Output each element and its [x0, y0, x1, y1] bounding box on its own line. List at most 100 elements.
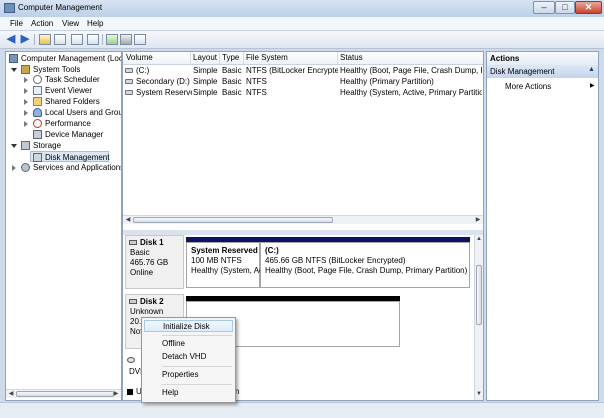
tree-item-shared-folders[interactable]: Shared Folders [8, 96, 121, 107]
tree-item-local-users-groups[interactable]: Local Users and Groups [8, 107, 121, 118]
tree-item-disk-management[interactable]: Disk Management [30, 151, 109, 162]
tools-icon [21, 65, 30, 74]
performance-icon [33, 119, 42, 128]
more-actions-label: More Actions [505, 82, 552, 91]
rescan-disks-icon[interactable] [120, 34, 132, 45]
column-divider[interactable] [219, 52, 220, 64]
menu-action[interactable]: Action [31, 19, 53, 28]
collapse-icon[interactable]: ▲ [588, 66, 595, 73]
column-header-layout[interactable]: Layout [193, 53, 217, 62]
partition-size: 100 MB NTFS [191, 256, 242, 265]
scrollbar-thumb[interactable] [16, 391, 114, 397]
more-actions-item[interactable]: More Actions ▶ [487, 80, 598, 92]
users-icon [33, 108, 42, 117]
tree-item-device-manager[interactable]: Device Manager [8, 129, 121, 140]
volume-status: Healthy (System, Active, Primary Partiti… [340, 88, 482, 97]
expand-arrow-icon[interactable] [24, 121, 28, 127]
show-hide-tree-icon[interactable] [54, 34, 66, 45]
partition-size: 465.66 GB NTFS (BitLocker Encrypted) [265, 256, 406, 265]
column-header-status[interactable]: Status [340, 53, 363, 62]
expand-arrow-icon[interactable] [24, 77, 28, 83]
menu-item-help[interactable]: Help [144, 387, 233, 399]
disk1-type: Basic [130, 248, 150, 257]
minimize-button[interactable]: ‒ [533, 1, 555, 14]
tree-item-services-applications[interactable]: Services and Applications [8, 162, 121, 173]
tree-item-computer-management[interactable]: Computer Management (Local [8, 53, 121, 64]
properties-icon[interactable] [87, 34, 99, 45]
volume-row[interactable]: (C:) Simple Basic NTFS (BitLocker Encryp… [123, 65, 483, 76]
clock-icon [33, 75, 42, 84]
expand-arrow-icon[interactable] [11, 68, 17, 72]
toolbar: ◀ ▶ [0, 31, 604, 49]
tree-item-event-viewer[interactable]: Event Viewer [8, 85, 121, 96]
services-icon [21, 163, 30, 172]
partition-c-drive[interactable]: (C:) 465.66 GB NTFS (BitLocker Encrypted… [260, 242, 470, 288]
menu-separator [162, 384, 232, 385]
legend-unallocated-swatch [127, 389, 133, 395]
disk2-name: Disk 2 [140, 297, 164, 306]
menu-item-detach-vhd[interactable]: Detach VHD [144, 351, 233, 363]
scrollbar-thumb[interactable] [133, 217, 333, 223]
volume-file-system: NTFS [246, 88, 267, 97]
refresh-icon[interactable] [106, 34, 118, 45]
back-arrow-icon[interactable]: ◀ [5, 34, 17, 45]
tree-item-task-scheduler[interactable]: Task Scheduler [8, 74, 121, 85]
tree-item-performance[interactable]: Performance [8, 118, 121, 129]
scroll-left-icon[interactable]: ◀ [124, 217, 132, 224]
help-icon[interactable] [134, 34, 146, 45]
scroll-left-icon[interactable]: ◀ [7, 391, 15, 398]
expand-arrow-icon[interactable] [24, 88, 28, 94]
disk1-info[interactable]: Disk 1 Basic 465.76 GB Online [125, 235, 184, 289]
actions-section-label: Disk Management [490, 67, 555, 76]
menu-file[interactable]: File [10, 19, 23, 28]
computer-management-icon [4, 3, 15, 13]
title-bar[interactable]: Computer Management ‒ □ ✕ [0, 0, 604, 18]
expand-arrow-icon[interactable] [12, 165, 16, 171]
column-divider[interactable] [337, 52, 338, 64]
tree-horizontal-scrollbar[interactable]: ◀ ▶ [6, 389, 121, 398]
menu-item-initialize-disk[interactable]: Initialize Disk [144, 320, 233, 332]
expand-arrow-icon[interactable] [11, 144, 17, 148]
console-view-icon[interactable] [71, 34, 83, 45]
expand-arrow-icon[interactable] [24, 110, 28, 116]
forward-arrow-icon[interactable]: ▶ [19, 34, 31, 45]
column-header-file-system[interactable]: File System [246, 53, 288, 62]
scroll-down-icon[interactable]: ▼ [475, 391, 483, 398]
computer-icon [9, 54, 18, 63]
menu-item-properties[interactable]: Properties [144, 369, 233, 381]
volume-name: (C:) [136, 66, 150, 75]
scroll-up-icon[interactable]: ▲ [475, 236, 483, 243]
disk-area-vertical-scrollbar[interactable]: ▲ ▼ [474, 235, 483, 400]
column-divider[interactable] [190, 52, 191, 64]
close-button[interactable]: ✕ [575, 1, 602, 14]
volume-row[interactable]: System Reserved Simple Basic NTFS Health… [123, 87, 483, 98]
drive-icon [125, 79, 133, 84]
scroll-right-icon[interactable]: ▶ [112, 391, 120, 398]
actions-title: Actions [490, 54, 520, 63]
volume-row[interactable]: Secondary (D:) Simple Basic NTFS Healthy… [123, 76, 483, 87]
partition-name: System Reserved [191, 246, 258, 255]
scrollbar-thumb[interactable] [476, 265, 482, 325]
disk1-state: Online [130, 268, 154, 277]
expand-arrow-icon[interactable] [24, 99, 28, 105]
scroll-right-icon[interactable]: ▶ [474, 217, 482, 224]
actions-section-disk-management[interactable]: Disk Management ▲ [487, 65, 598, 78]
up-folder-icon[interactable] [39, 34, 51, 45]
volume-list-horizontal-scrollbar[interactable]: ◀ ▶ [123, 215, 483, 224]
menu-view[interactable]: View [62, 19, 79, 28]
column-header-volume[interactable]: Volume [126, 53, 153, 62]
drive-icon [125, 68, 133, 73]
partition-system-reserved[interactable]: System Reserved 100 MB NTFS Healthy (Sys… [186, 242, 263, 288]
menu-item-offline[interactable]: Offline [144, 338, 233, 350]
column-header-type[interactable]: Type [222, 53, 239, 62]
disk-icon [129, 240, 137, 245]
column-divider[interactable] [243, 52, 244, 64]
tree-item-storage[interactable]: Storage [8, 140, 121, 151]
maximize-button[interactable]: □ [555, 1, 575, 14]
volume-name: Secondary (D:) [136, 77, 190, 86]
status-bar [0, 402, 604, 418]
menu-help[interactable]: Help [87, 19, 103, 28]
disk-management-icon [33, 153, 42, 162]
volume-file-system: NTFS [246, 77, 267, 86]
menu-bar: File Action View Help [0, 17, 604, 31]
